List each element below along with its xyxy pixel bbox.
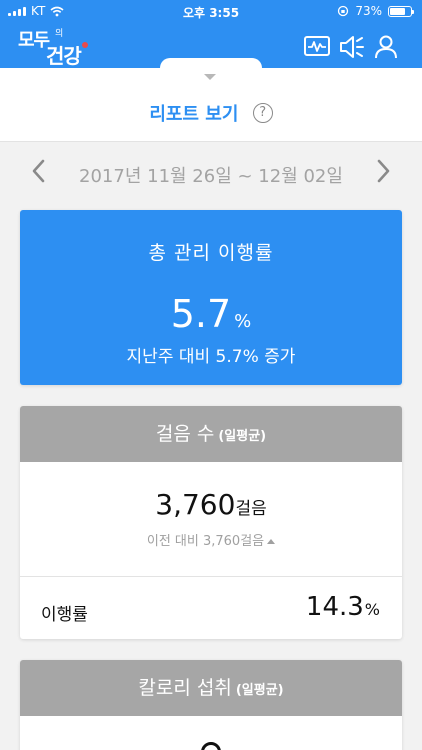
next-week-icon[interactable]: [370, 158, 396, 184]
total-compliance-title: 총 관리 이행률: [148, 242, 274, 264]
divider: [20, 576, 402, 577]
total-compliance-card[interactable]: 총 관리 이행률 5.7% 지난주 대비 5.7% 증가: [20, 210, 402, 385]
speaker-icon[interactable]: [338, 34, 366, 60]
help-icon[interactable]: ?: [252, 103, 273, 123]
steps-rate-value: 14.3%: [305, 592, 380, 622]
date-range-label: 2017년 11월 26일 ~ 12월 02일: [79, 166, 343, 187]
report-header: 리포트 보기 ?: [0, 58, 422, 142]
steps-previous-comparison: 이전 대비 3,760걸음: [20, 530, 402, 549]
battery-icon: [388, 5, 414, 17]
steps-value: 3,760걸음: [155, 488, 267, 521]
calorie-card[interactable]: 칼로리 섭취 (일평균): [20, 660, 402, 750]
chevron-down-icon[interactable]: [204, 74, 216, 80]
calorie-value-partial: [201, 742, 221, 750]
report-title: 리포트 보기 ?: [0, 100, 422, 126]
activity-monitor-icon[interactable]: [303, 34, 331, 60]
steps-card[interactable]: 걸음 수 (일평균) 3,760걸음 이전 대비 3,760걸음 이행률 14.3…: [20, 406, 402, 639]
steps-rate-label: 이행률: [41, 605, 88, 625]
calorie-card-header: 칼로리 섭취 (일평균): [20, 660, 402, 716]
date-navigator: 2017년 11월 26일 ~ 12월 02일: [0, 150, 422, 194]
increase-arrow-icon: [267, 539, 276, 544]
battery-percent: 73%: [355, 4, 382, 18]
app-logo[interactable]: 모두 의 건강: [18, 26, 98, 68]
total-compliance-comparison: 지난주 대비 5.7% 증가: [126, 347, 296, 367]
user-icon[interactable]: [372, 34, 400, 60]
status-bar: KT 오후 3:55 73%: [0, 0, 422, 22]
logo-heart-dot: [82, 42, 88, 48]
steps-card-header: 걸음 수 (일평균): [20, 406, 402, 462]
total-compliance-value: 5.7%: [170, 292, 252, 336]
orientation-lock-icon: [338, 5, 349, 17]
